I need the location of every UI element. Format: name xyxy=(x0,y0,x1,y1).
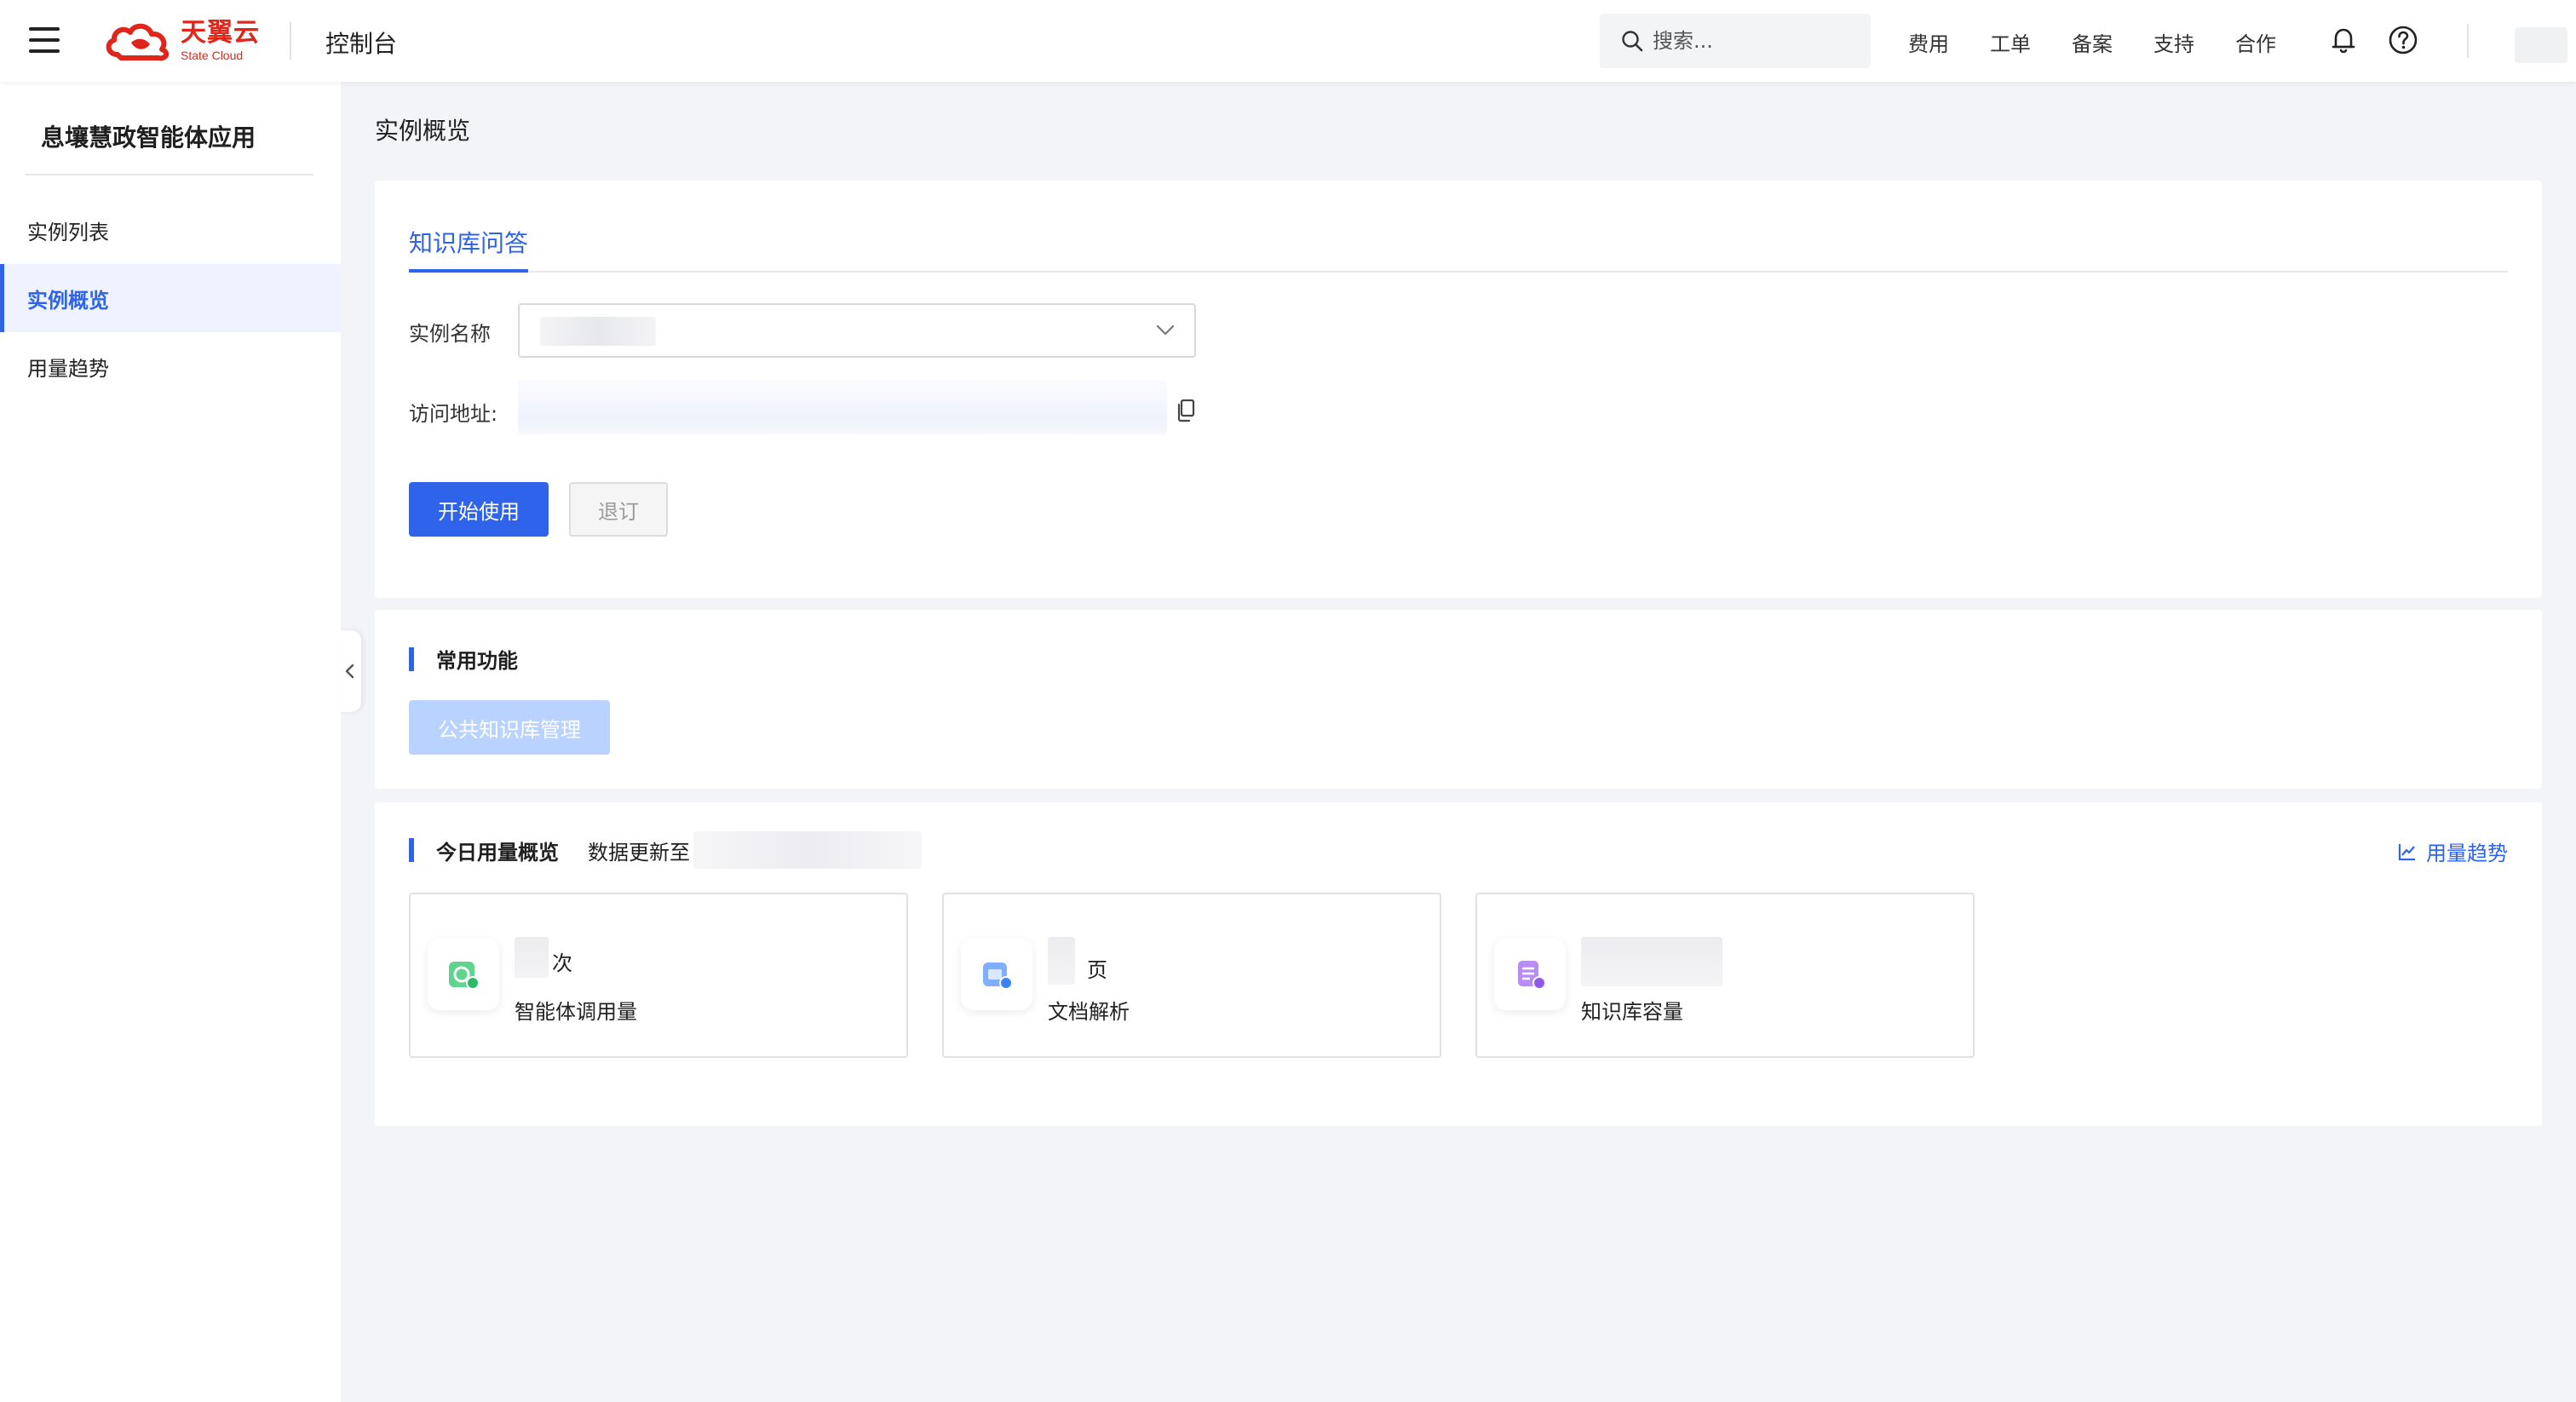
copy-icon[interactable] xyxy=(1176,399,1196,422)
chevron-left-icon xyxy=(345,664,354,679)
brand-name-cn: 天翼云 xyxy=(181,18,260,48)
agent-calls-unit: 次 xyxy=(552,951,572,975)
sidebar: 息壤慧政智能体应用 实例列表 实例概览 用量趋势 xyxy=(0,82,341,1402)
public-knowledge-base-button[interactable]: 公共知识库管理 xyxy=(409,700,610,755)
tab-knowledge-qa[interactable]: 知识库问答 xyxy=(409,223,529,273)
unsubscribe-button[interactable]: 退订 xyxy=(569,482,668,537)
stat-card-knowledge-capacity: 知识库容量 xyxy=(1475,893,1975,1058)
help-icon[interactable] xyxy=(2387,24,2419,56)
access-url-label: 访问地址: xyxy=(409,402,498,426)
nav-filing[interactable]: 备案 xyxy=(2072,27,2113,57)
instance-name-label: 实例名称 xyxy=(409,322,491,346)
sidebar-item-instance-list[interactable]: 实例列表 xyxy=(0,196,341,264)
usage-overview-card: 今日用量概览 数据更新至 用量趋势 次 智能体调用量 页 文档解析 知识库容量 xyxy=(375,802,2542,1126)
brand-name-en: State Cloud xyxy=(181,49,244,62)
document-parse-value xyxy=(1048,937,1075,985)
sidebar-collapse-toggle[interactable] xyxy=(339,630,361,712)
search-icon xyxy=(1622,31,1643,52)
sidebar-item-instance-overview[interactable]: 实例概览 xyxy=(0,264,341,332)
agent-calls-value xyxy=(515,937,549,978)
sidebar-title: 息壤慧政智能体应用 xyxy=(41,124,256,152)
nav-tickets[interactable]: 工单 xyxy=(1990,27,2031,57)
data-updated-time xyxy=(693,831,922,869)
search-box[interactable] xyxy=(1600,14,1871,68)
document-parse-label: 文档解析 xyxy=(1048,1000,1130,1024)
nav-partner[interactable]: 合作 xyxy=(2235,27,2276,57)
search-input[interactable] xyxy=(1653,29,1857,53)
knowledge-capacity-icon xyxy=(1494,939,1566,1010)
stat-value-row xyxy=(1581,937,1726,986)
usage-trend-label: 用量趋势 xyxy=(2426,842,2508,865)
common-features-header: 常用功能 xyxy=(409,644,518,674)
usage-overview-header: 今日用量概览 数据更新至 xyxy=(409,831,922,869)
usage-overview-title: 今日用量概览 xyxy=(436,840,559,865)
nav-fees[interactable]: 费用 xyxy=(1908,27,1949,57)
instance-card: 知识库问答 实例名称 访问地址: 开始使用 退订 xyxy=(375,181,2542,598)
instance-name-select[interactable] xyxy=(518,303,1196,358)
section-accent-bar xyxy=(409,838,414,862)
top-bar: 天翼云 State Cloud 控制台 费用 工单 备案 支持 合作 xyxy=(0,0,2576,82)
stat-card-document-parse: 页 文档解析 xyxy=(942,893,1441,1058)
document-parse-icon xyxy=(961,939,1032,1010)
nav-support[interactable]: 支持 xyxy=(2153,27,2194,57)
bell-icon[interactable] xyxy=(2327,24,2360,56)
document-parse-unit: 页 xyxy=(1087,958,1107,982)
section-accent-bar xyxy=(409,646,414,671)
tab-bar: 知识库问答 xyxy=(409,223,2508,273)
sidebar-divider xyxy=(26,174,313,175)
stat-card-agent-calls: 次 智能体调用量 xyxy=(409,893,908,1058)
chevron-down-icon xyxy=(1156,325,1175,336)
instance-name-value xyxy=(540,317,656,346)
access-url-value xyxy=(518,380,1167,434)
common-features-card: 常用功能 公共知识库管理 xyxy=(375,610,2542,789)
brand-logo[interactable]: 天翼云 State Cloud xyxy=(102,17,264,65)
stat-value-row: 页 xyxy=(1048,937,1107,985)
cloud-logo-icon xyxy=(106,23,170,61)
common-features-title: 常用功能 xyxy=(436,649,518,673)
agent-calls-label: 智能体调用量 xyxy=(515,1000,637,1024)
console-title[interactable]: 控制台 xyxy=(325,26,397,60)
user-avatar[interactable] xyxy=(2515,27,2567,63)
line-chart-icon xyxy=(2398,843,2415,860)
usage-trend-link[interactable]: 用量趋势 xyxy=(2397,836,2508,866)
data-updated-label: 数据更新至 xyxy=(588,840,690,865)
menu-icon[interactable] xyxy=(29,27,60,53)
start-using-button[interactable]: 开始使用 xyxy=(409,482,549,537)
page-title: 实例概览 xyxy=(375,117,471,145)
agent-call-icon xyxy=(428,939,499,1010)
knowledge-capacity-value xyxy=(1581,937,1722,986)
knowledge-capacity-label: 知识库容量 xyxy=(1581,1000,1683,1024)
sidebar-item-usage-trend[interactable]: 用量趋势 xyxy=(0,332,341,400)
stat-value-row: 次 xyxy=(515,937,572,978)
header-divider-right xyxy=(2467,24,2469,58)
header-divider xyxy=(290,22,291,60)
